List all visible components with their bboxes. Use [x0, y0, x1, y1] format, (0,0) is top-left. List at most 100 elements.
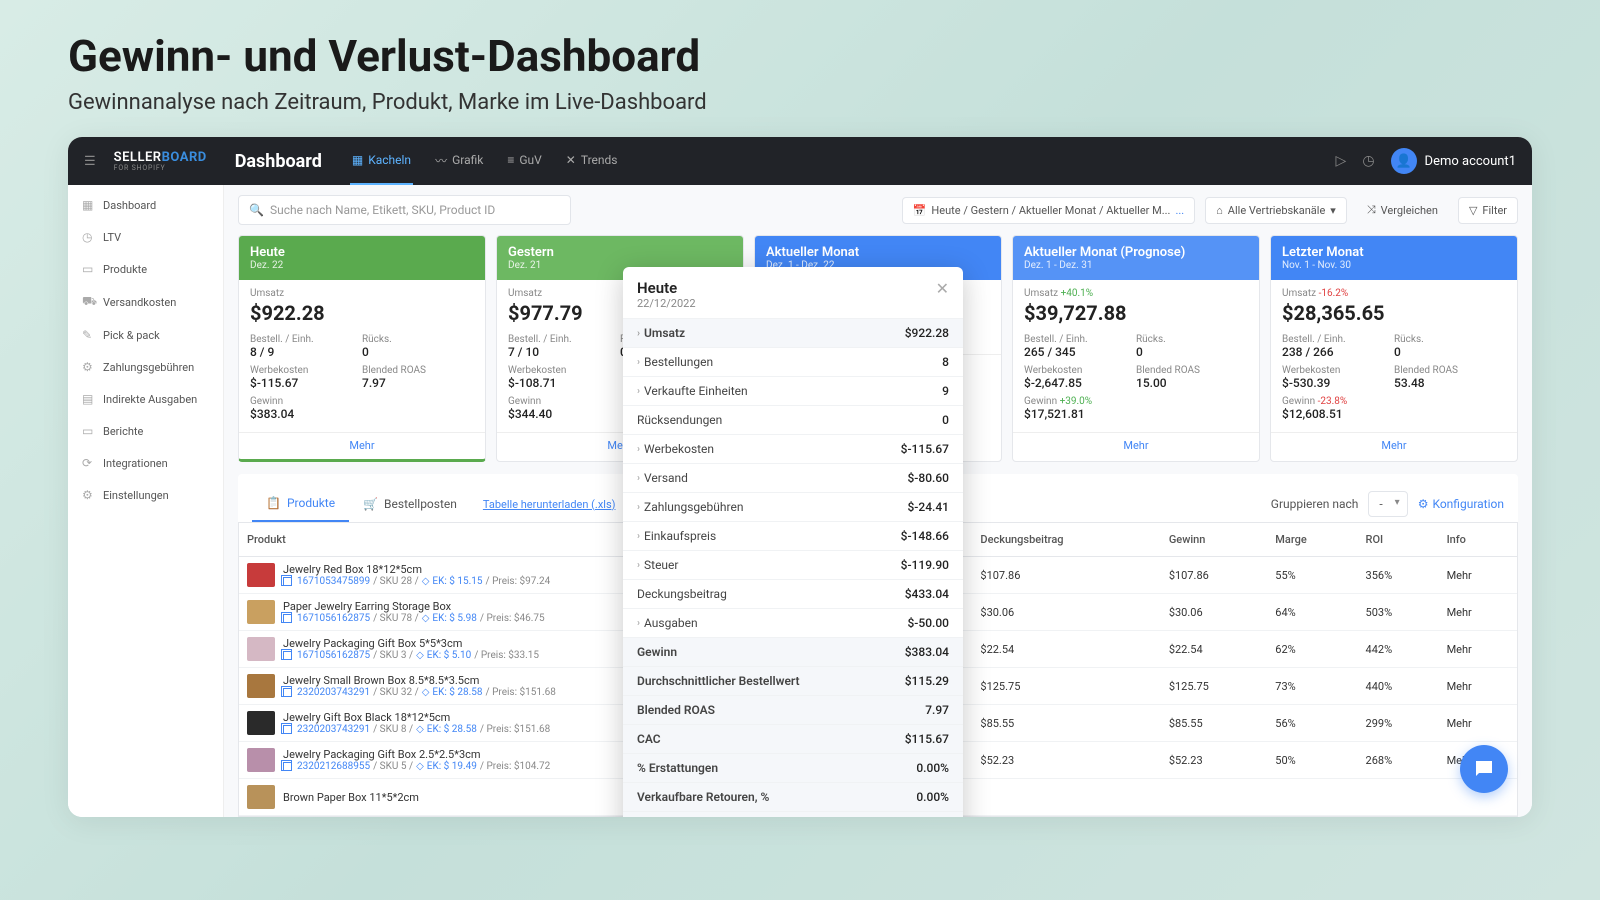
chevron-right-icon: ›: [637, 560, 640, 571]
more-link[interactable]: Mehr: [1013, 432, 1259, 459]
close-icon[interactable]: ✕: [936, 279, 949, 298]
popup-row: Rücksendungen0: [623, 405, 963, 434]
group-by-select[interactable]: -: [1368, 491, 1407, 517]
tab-grafik[interactable]: 〰Grafik: [433, 138, 485, 185]
sidebar-icon: ▦: [82, 198, 95, 212]
info-link[interactable]: Mehr: [1439, 594, 1517, 631]
col-gewinn[interactable]: Gewinn: [1161, 523, 1267, 557]
sidebar-item-indirekteausgaben[interactable]: ▤Indirekte Ausgaben: [68, 383, 223, 415]
menu-icon[interactable]: ☰: [84, 154, 96, 169]
tab-orders[interactable]: 🛒Bestellposten: [349, 487, 471, 521]
more-link[interactable]: Mehr: [239, 432, 485, 459]
page-subtitle: Gewinnanalyse nach Zeitraum, Produkt, Ma…: [68, 90, 1532, 115]
sidebar: ▦Dashboard◷LTV▭Produkte⛟Versandkosten✎Pi…: [68, 185, 224, 817]
filter-button[interactable]: ▽ Filter: [1458, 197, 1518, 224]
info-link[interactable]: Mehr: [1439, 631, 1517, 668]
filter-bar: 🔍 Suche nach Name, Etikett, SKU, Product…: [224, 185, 1532, 235]
group-by-label: Gruppieren nach: [1271, 497, 1359, 511]
user-menu[interactable]: 👤 Demo account1: [1391, 148, 1516, 174]
config-button[interactable]: ⚙ Konfiguration: [1418, 497, 1504, 511]
chevron-right-icon: ›: [637, 386, 640, 397]
cart-icon: 🛒: [363, 497, 378, 511]
sidebar-icon: ▭: [82, 262, 95, 276]
more-link[interactable]: Mehr: [1271, 432, 1517, 459]
info-link[interactable]: Mehr: [1439, 705, 1517, 742]
chevron-right-icon: ›: [637, 328, 640, 339]
metric-card[interactable]: Letzter MonatNov. 1 - Nov. 30Umsatz -16.…: [1270, 235, 1518, 462]
tab-trends[interactable]: ✕Trends: [564, 138, 620, 185]
chat-button[interactable]: [1460, 745, 1508, 793]
col-roi[interactable]: ROI: [1358, 523, 1439, 557]
col-marge[interactable]: Marge: [1267, 523, 1357, 557]
metric-card[interactable]: Aktueller Monat (Prognose)Dez. 1 - Dez. …: [1012, 235, 1260, 462]
chevron-right-icon: ›: [637, 618, 640, 629]
metric-card[interactable]: HeuteDez. 22Umsatz $922.28Bestell. / Ein…: [238, 235, 486, 462]
popup-row: ›Steuer$-119.90: [623, 550, 963, 579]
avatar: 👤: [1391, 148, 1417, 174]
sidebar-icon: ⟳: [82, 456, 95, 470]
popup-row: ›Zahlungsgebühren$-24.41: [623, 492, 963, 521]
tab-products[interactable]: 📋Produkte: [252, 486, 349, 522]
sidebar-icon: ⚙: [82, 360, 95, 374]
sidebar-item-integrationen[interactable]: ⟳Integrationen: [68, 447, 223, 479]
sidebar-item-dashboard[interactable]: ▦Dashboard: [68, 189, 223, 221]
popup-row: ›Einkaufspreis$-148.66: [623, 521, 963, 550]
tab-guv[interactable]: ≡GuV: [505, 138, 543, 185]
sidebar-icon: ▭: [82, 424, 95, 438]
play-icon[interactable]: ▷: [1336, 153, 1347, 169]
view-tabs: ▦Kacheln 〰Grafik ≡GuV ✕Trends: [350, 138, 620, 185]
popup-row: Blended ROAS7.97: [623, 695, 963, 724]
chevron-right-icon: ›: [637, 502, 640, 513]
chevron-right-icon: ›: [637, 357, 640, 368]
sidebar-item-pickpack[interactable]: ✎Pick & pack: [68, 319, 223, 351]
popup-row: ›Verkaufte Einheiten9: [623, 376, 963, 405]
page-title: Gewinn- und Verlust-Dashboard: [68, 30, 1532, 82]
products-icon: 📋: [266, 496, 281, 510]
sidebar-icon: ✎: [82, 328, 95, 342]
chevron-right-icon: ›: [637, 444, 640, 455]
search-input[interactable]: 🔍 Suche nach Name, Etikett, SKU, Product…: [238, 195, 571, 225]
app-window: ☰ SELLERBOARD FOR SHOPIFY Dashboard ▦Kac…: [68, 137, 1532, 817]
sidebar-item-ltv[interactable]: ◷LTV: [68, 221, 223, 253]
chevron-right-icon: ›: [637, 531, 640, 542]
topbar: ☰ SELLERBOARD FOR SHOPIFY Dashboard ▦Kac…: [68, 137, 1532, 185]
sidebar-item-produkte[interactable]: ▭Produkte: [68, 253, 223, 285]
popup-row: ›Werbekosten$-115.67: [623, 434, 963, 463]
sidebar-icon: ⛟: [82, 294, 95, 310]
info-link[interactable]: Mehr: [1439, 668, 1517, 705]
period-select[interactable]: 📅 Heute / Gestern / Aktueller Monat / Ak…: [902, 197, 1195, 224]
info-link[interactable]: Mehr: [1439, 557, 1517, 594]
search-icon: 🔍: [249, 203, 264, 217]
col-info[interactable]: Info: [1439, 523, 1517, 557]
sidebar-icon: ▤: [82, 392, 95, 406]
sidebar-item-zahlungsgebhren[interactable]: ⚙Zahlungsgebühren: [68, 351, 223, 383]
compare-button[interactable]: ⤨ Vergleichen: [1357, 197, 1448, 223]
download-link[interactable]: Tabelle herunterladen (.xls): [483, 498, 616, 511]
sidebar-item-versandkosten[interactable]: ⛟Versandkosten: [68, 285, 223, 319]
user-name: Demo account1: [1425, 154, 1516, 169]
sidebar-item-berichte[interactable]: ▭Berichte: [68, 415, 223, 447]
popup-row: Deckungsbeitrag$433.04: [623, 579, 963, 608]
popup-row: Verkaufbare Retouren, %0.00%: [623, 782, 963, 811]
dashboard-title: Dashboard: [235, 151, 322, 172]
popup-row: Durchschnittlicher Bestellwert$115.29: [623, 666, 963, 695]
logo: SELLERBOARD FOR SHOPIFY: [114, 150, 207, 172]
sidebar-item-einstellungen[interactable]: ⚙Einstellungen: [68, 479, 223, 511]
tab-icon: ▦: [352, 153, 363, 167]
clock-icon[interactable]: ◷: [1362, 153, 1374, 169]
popup-row: CAC$115.67: [623, 724, 963, 753]
sidebar-icon: ⚙: [82, 488, 95, 502]
col-product[interactable]: Produkt: [239, 523, 659, 557]
popup-row: ›Versand$-80.60: [623, 463, 963, 492]
channels-select[interactable]: ⌂ Alle Vertriebskanäle ▾: [1205, 197, 1347, 224]
popup-row: ›Bestellungen8: [623, 347, 963, 376]
col-deckung[interactable]: Deckungsbeitrag: [972, 523, 1160, 557]
popup-row: Marge41.53%: [623, 811, 963, 817]
chevron-right-icon: ›: [637, 473, 640, 484]
tab-icon: ✕: [566, 153, 576, 167]
tab-icon: 〰: [435, 152, 447, 169]
tab-kacheln[interactable]: ▦Kacheln: [350, 138, 413, 185]
tab-icon: ≡: [507, 153, 514, 167]
popup-row: % Erstattungen0.00%: [623, 753, 963, 782]
detail-popup: Heute 22/12/2022 ✕ ›Umsatz$922.28›Bestel…: [623, 267, 963, 817]
